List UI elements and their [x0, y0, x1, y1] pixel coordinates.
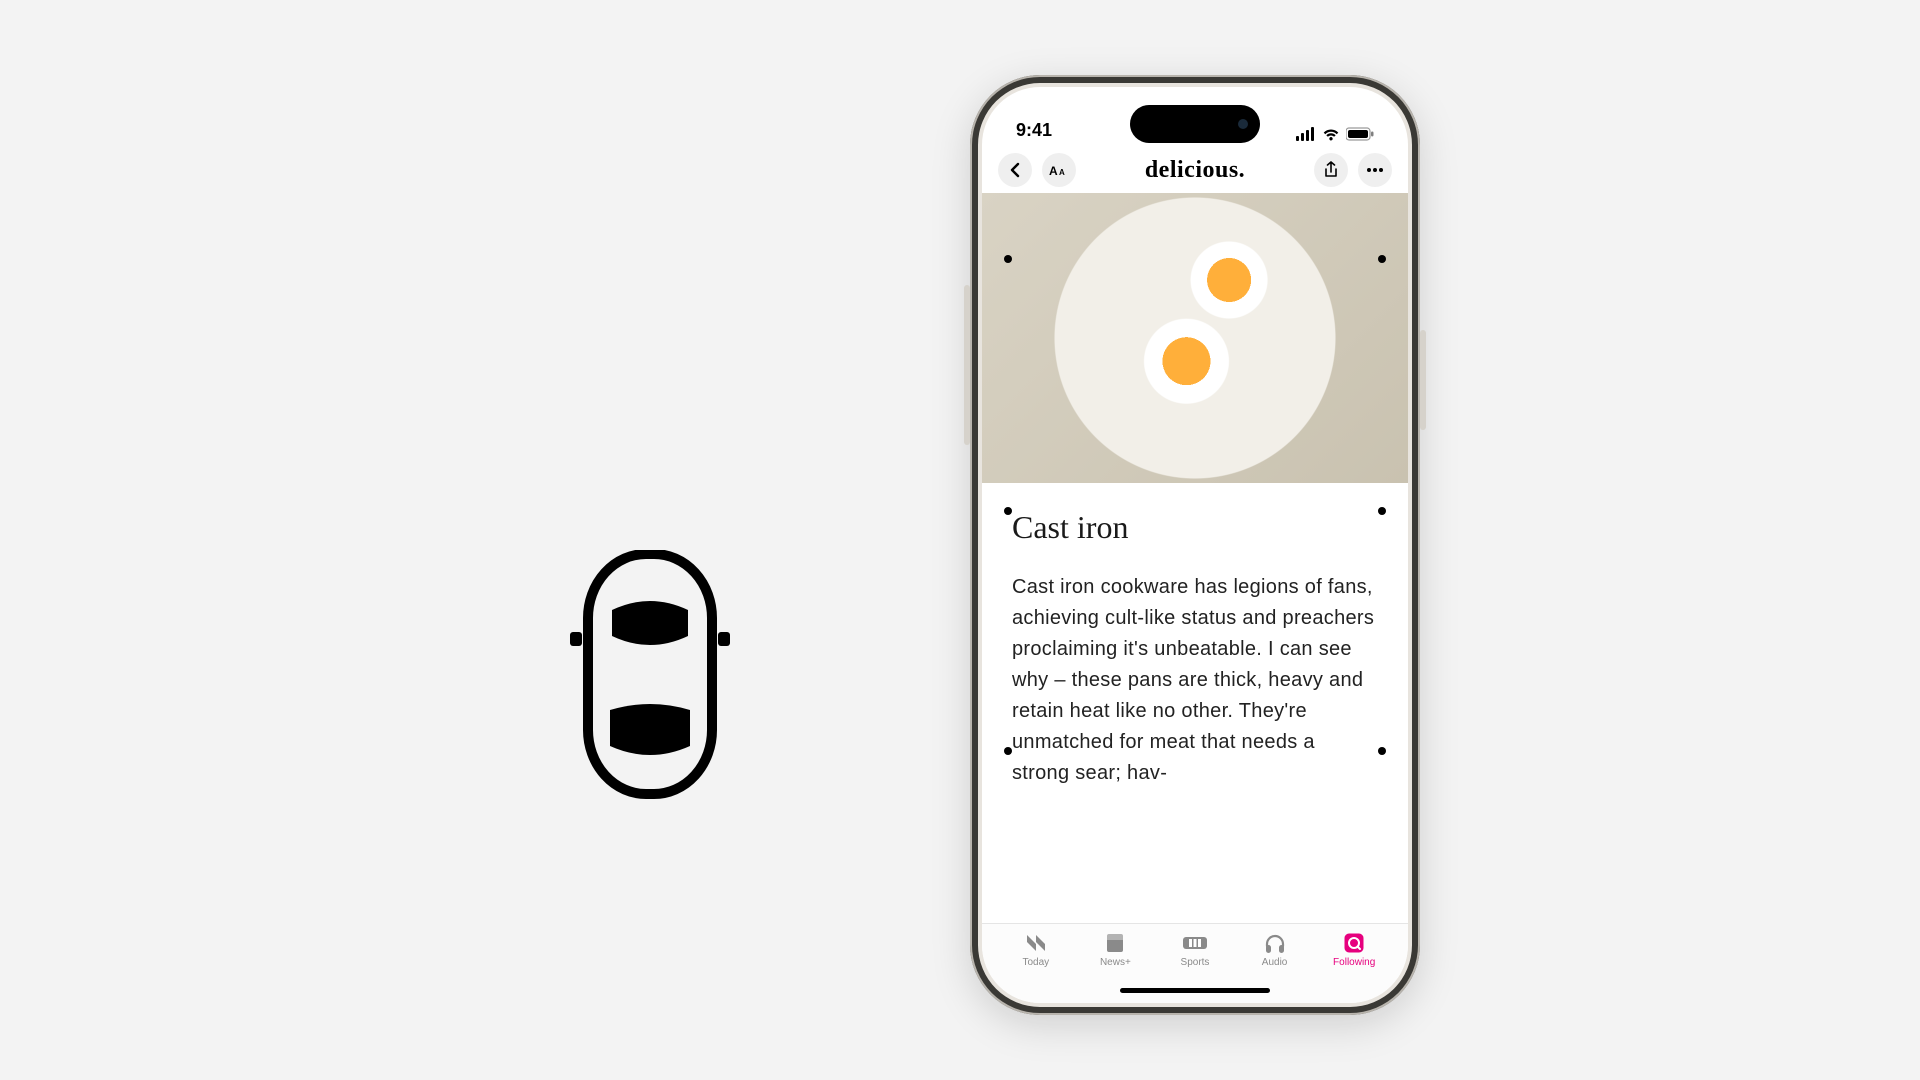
newsplus-icon [1104, 932, 1126, 954]
tab-following[interactable]: Following [1322, 932, 1386, 968]
phone-frame: 9:41 AA delicious. [970, 75, 1420, 1015]
home-indicator[interactable] [1120, 988, 1270, 993]
tab-today[interactable]: Today [1004, 932, 1068, 968]
chevron-left-icon [1008, 162, 1022, 178]
status-indicators [1296, 127, 1374, 141]
article-body: Cast iron cookware has legions of fans, … [1012, 572, 1378, 789]
svg-text:A: A [1049, 164, 1058, 178]
publication-title: delicious. [1145, 157, 1245, 184]
marker-dot [1378, 507, 1386, 515]
tab-label: News+ [1100, 957, 1131, 968]
article-title: Cast iron [1012, 509, 1378, 546]
wifi-icon [1322, 127, 1340, 141]
headphones-icon [1263, 932, 1287, 954]
article-hero-image [982, 193, 1408, 483]
battery-icon [1346, 127, 1374, 141]
phone-screen: 9:41 AA delicious. [982, 87, 1408, 1003]
stage: 9:41 AA delicious. [0, 0, 1920, 1080]
svg-text:A: A [1059, 168, 1065, 177]
tab-sports[interactable]: Sports [1163, 932, 1227, 968]
status-time: 9:41 [1016, 120, 1052, 141]
share-icon [1324, 161, 1338, 179]
news-icon [1024, 932, 1048, 954]
marker-dot [1004, 747, 1012, 755]
car-top-icon [570, 550, 730, 800]
marker-dot [1378, 255, 1386, 263]
back-button[interactable] [998, 153, 1032, 187]
sports-icon [1182, 934, 1208, 952]
dynamic-island [1130, 105, 1260, 143]
marker-dot [1378, 747, 1386, 755]
following-icon [1343, 932, 1365, 954]
tab-label: Following [1333, 957, 1375, 968]
tab-label: Today [1022, 957, 1049, 968]
tab-label: Sports [1181, 957, 1210, 968]
more-icon [1366, 167, 1384, 173]
tab-newsplus[interactable]: News+ [1083, 932, 1147, 968]
article-content[interactable]: Cast iron Cast iron cookware has legions… [982, 483, 1408, 923]
tab-label: Audio [1262, 957, 1288, 968]
tab-audio[interactable]: Audio [1243, 932, 1307, 968]
more-button[interactable] [1358, 153, 1392, 187]
cellular-icon [1296, 127, 1316, 141]
marker-dot [1004, 507, 1012, 515]
nav-bar: AA delicious. [982, 147, 1408, 193]
text-size-button[interactable]: AA [1042, 153, 1076, 187]
text-size-icon: AA [1049, 162, 1069, 178]
share-button[interactable] [1314, 153, 1348, 187]
marker-dot [1004, 255, 1012, 263]
